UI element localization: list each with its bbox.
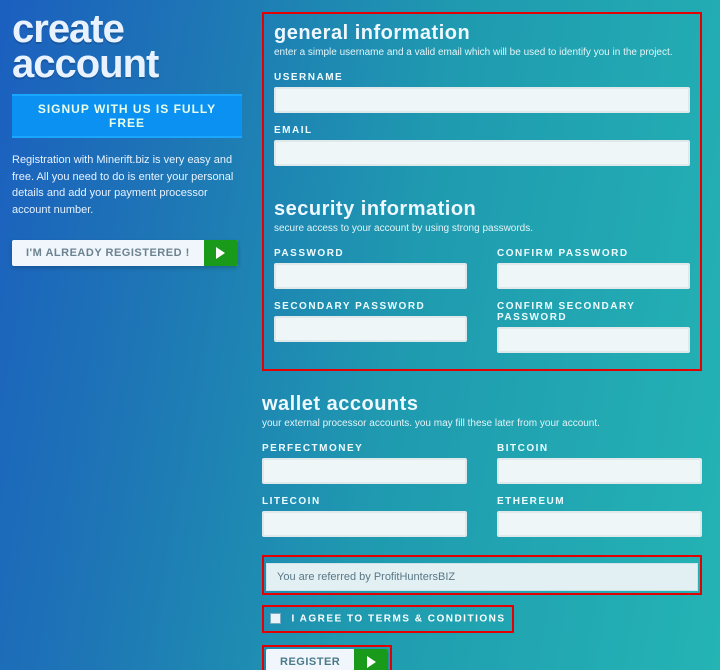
confirm-password-input[interactable] [497,263,690,289]
play-icon [204,240,238,266]
ethereum-label: ETHEREUM [497,496,702,507]
security-heading: security information [274,198,690,221]
confirm-password-label: CONFIRM PASSWORD [497,248,690,259]
already-registered-button[interactable]: I'M ALREADY REGISTERED ! [12,240,238,266]
confirm-secondary-password-input[interactable] [497,327,690,353]
annotation-box-referral: You are referred by ProfitHuntersBIZ [262,555,702,595]
username-input[interactable] [274,87,690,113]
intro-text: Registration with Minerift.biz is very e… [12,152,242,218]
general-sub: enter a simple username and a valid emai… [274,47,690,58]
secondary-password-label: SECONDARY PASSWORD [274,301,467,312]
already-registered-label: I'M ALREADY REGISTERED ! [12,240,204,266]
wallet-sub: your external processor accounts. you ma… [262,418,702,429]
register-label: REGISTER [266,649,354,670]
signup-free-banner: SIGNUP WITH US IS FULLY FREE [12,94,242,138]
secondary-password-input[interactable] [274,316,467,342]
terms-checkbox[interactable] [270,613,281,624]
register-button[interactable]: REGISTER [266,649,388,670]
referral-notice: You are referred by ProfitHuntersBIZ [266,563,698,591]
terms-label[interactable]: I AGREE TO TERMS & CONDITIONS [291,613,505,624]
annotation-box-main: general information enter a simple usern… [262,12,702,371]
email-input[interactable] [274,140,690,166]
ethereum-input[interactable] [497,511,702,537]
confirm-secondary-password-label: CONFIRM SECONDARY PASSWORD [497,301,690,323]
password-input[interactable] [274,263,467,289]
perfectmoney-label: PERFECTMONEY [262,443,467,454]
bitcoin-input[interactable] [497,458,702,484]
litecoin-input[interactable] [262,511,467,537]
security-sub: secure access to your account by using s… [274,223,690,234]
bitcoin-label: BITCOIN [497,443,702,454]
play-icon [354,649,388,670]
annotation-box-register: REGISTER [262,645,392,670]
email-label: EMAIL [274,125,690,136]
litecoin-label: LITECOIN [262,496,467,507]
general-heading: general information [274,22,690,45]
username-label: USERNAME [274,72,690,83]
page-title: create account [12,12,242,82]
password-label: PASSWORD [274,248,467,259]
annotation-box-terms: I AGREE TO TERMS & CONDITIONS [262,605,514,633]
wallet-heading: wallet accounts [262,393,702,416]
perfectmoney-input[interactable] [262,458,467,484]
